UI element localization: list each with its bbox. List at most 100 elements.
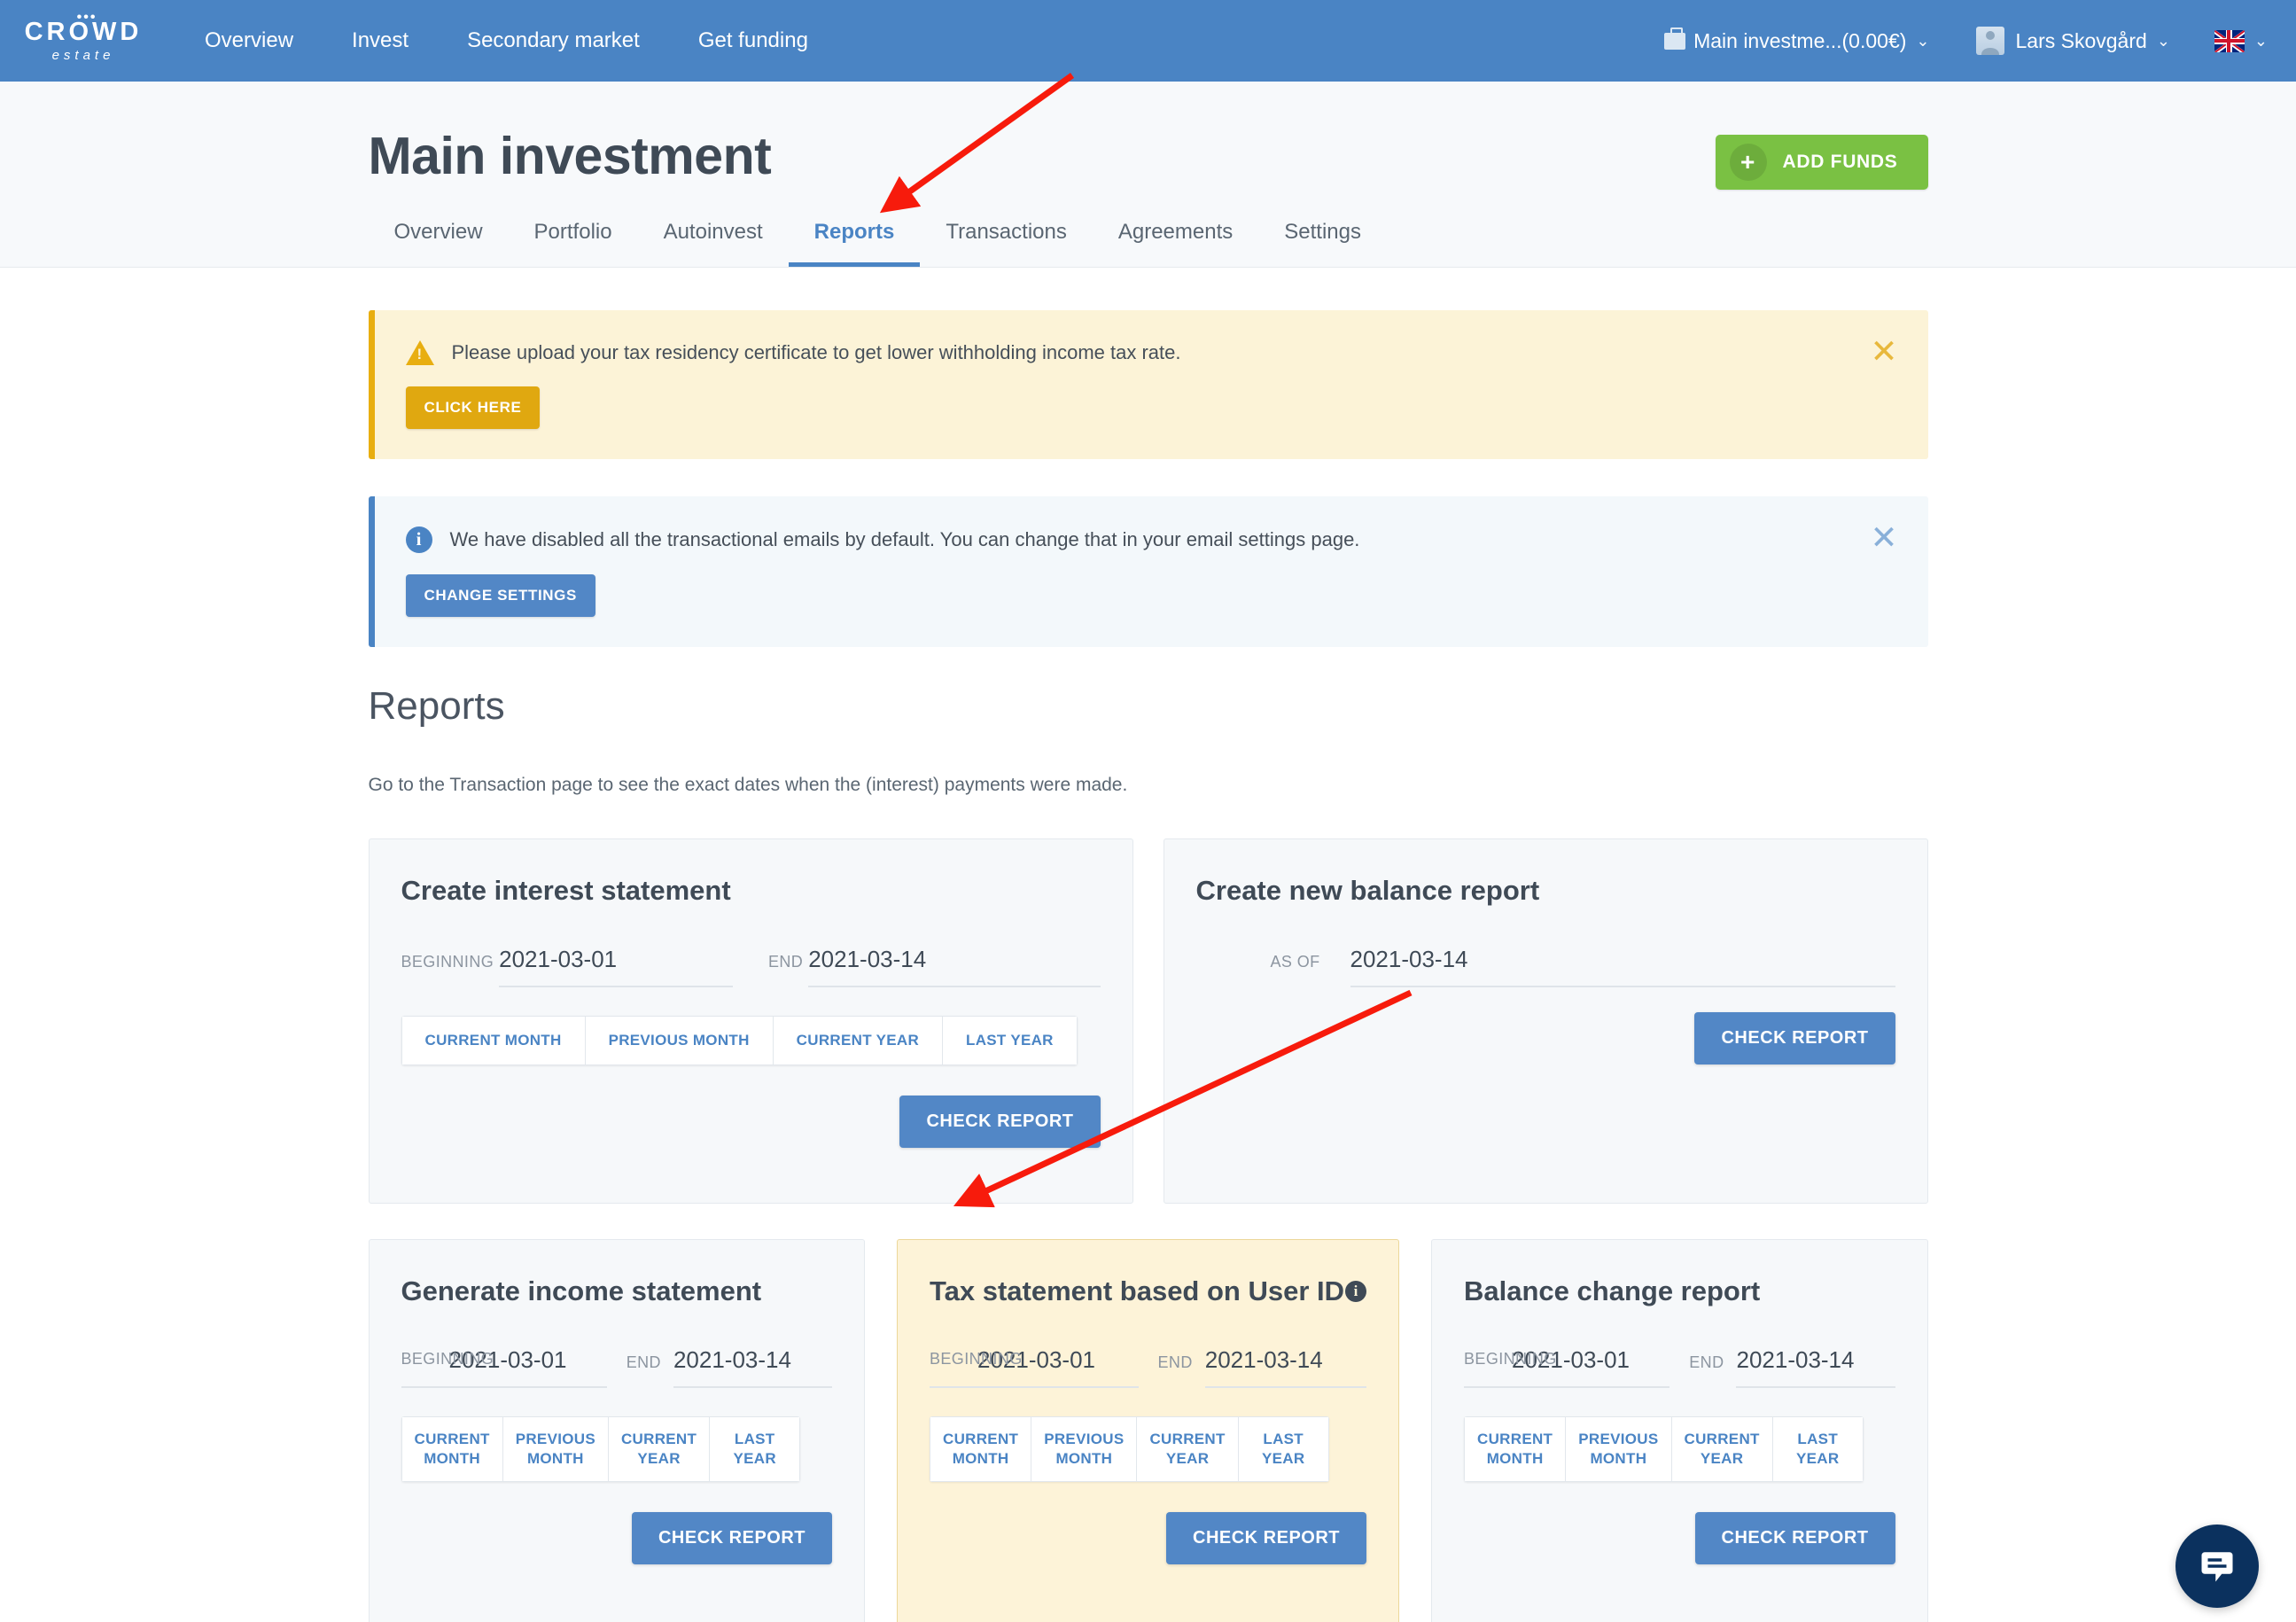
close-icon[interactable]: ✕ [1870,335,1897,368]
as-of-date-input[interactable] [1350,945,1895,987]
reports-subtext: Go to the Transaction page to see the ex… [368,774,1128,795]
preset-previous-month[interactable]: PREVIOUS MONTH [1565,1415,1671,1483]
user-menu[interactable]: Lars Skovgård ⌄ [1975,27,2170,55]
card-title: Create interest statement [401,874,731,906]
card-title-text: Tax statement based on User ID [930,1275,1345,1306]
end-date-group: END [768,945,1101,987]
change-settings-button[interactable]: CHANGE SETTINGS [405,573,595,617]
tab-reports[interactable]: Reports [788,220,921,267]
chat-widget-button[interactable] [2175,1525,2259,1608]
language-selector[interactable]: ⌄ [2214,29,2268,52]
logo-dots-icon: ••• [76,10,97,25]
preset-current-year[interactable]: CURRENT YEAR [607,1415,710,1483]
preset-current-year[interactable]: CURRENT YEAR [1670,1415,1772,1483]
card-generate-income-statement: Generate income statement BEGINNING END … [368,1238,865,1622]
account-label: Main investme...(0.00€) [1693,28,1907,52]
alert-accent-bar [368,309,375,459]
date-preset-group: CURRENT MONTH PREVIOUS MONTH CURRENT YEA… [401,1415,801,1483]
alert-message: We have disabled all the transactional e… [449,527,1360,550]
crowdestate-logo[interactable]: CROWD ••• estate [21,11,145,63]
end-date-group: END [626,1345,832,1388]
end-label: END [768,952,804,971]
transactional-emails-alert: i We have disabled all the transactional… [368,495,1928,647]
card-title: Tax statement based on User ID i [930,1275,1367,1307]
top-navigation-bar: CROWD ••• estate Overview Invest Seconda… [0,0,2296,82]
tab-transactions[interactable]: Transactions [920,220,1093,267]
preset-current-month[interactable]: CURRENT MONTH [401,1015,585,1066]
end-date-input[interactable] [1204,1345,1367,1388]
account-selector[interactable]: Main investme...(0.00€) ⌄ [1664,27,1930,53]
preset-current-month[interactable]: CURRENT MONTH [930,1415,1031,1483]
user-name-label: Lars Skovgård [2015,28,2147,52]
nav-link-overview[interactable]: Overview [175,28,323,53]
preset-last-year[interactable]: LAST YEAR [942,1015,1078,1066]
nav-link-secondary-market[interactable]: Secondary market [438,28,669,53]
date-range-row: BEGINNING END [401,1345,832,1388]
end-date-input[interactable] [1736,1345,1895,1388]
date-preset-group: CURRENT MONTH PREVIOUS MONTH CURRENT YEA… [930,1415,1329,1483]
reports-row-1: Create interest statement BEGINNING END … [368,838,1928,1204]
nav-right-cluster: Main investme...(0.00€) ⌄ Lars Skovgård … [1664,27,2268,55]
chevron-down-icon: ⌄ [2253,31,2268,50]
preset-current-month[interactable]: CURRENT MONTH [401,1415,502,1483]
page-title: Main investment [368,127,772,185]
click-here-button[interactable]: CLICK HERE [405,386,541,429]
date-range-row: BEGINNING END [1464,1345,1895,1388]
as-of-date-group: AS OF [1196,945,1895,987]
card-title: Generate income statement [401,1275,762,1306]
nav-link-get-funding[interactable]: Get funding [669,28,837,53]
preset-previous-month[interactable]: PREVIOUS MONTH [502,1415,608,1483]
check-report-button[interactable]: CHECK REPORT [1694,1512,1895,1565]
check-report-button[interactable]: CHECK REPORT [1694,1011,1895,1064]
logo-subtext: estate [51,48,115,63]
date-preset-group: CURRENT MONTH PREVIOUS MONTH CURRENT YEA… [401,1015,1078,1066]
tab-settings[interactable]: Settings [1258,220,1387,267]
tab-autoinvest[interactable]: Autoinvest [638,220,789,267]
check-report-button[interactable]: CHECK REPORT [631,1512,832,1565]
add-funds-button[interactable]: + ADD FUNDS [1715,135,1928,190]
end-date-group: END [1689,1345,1895,1388]
preset-previous-month[interactable]: PREVIOUS MONTH [584,1015,773,1066]
info-circle-icon[interactable]: i [1345,1280,1367,1302]
beginning-label: BEGINNING [1464,1349,1557,1368]
primary-nav-links: Overview Invest Secondary market Get fun… [175,28,837,53]
card-create-interest-statement: Create interest statement BEGINNING END … [368,838,1133,1204]
close-icon[interactable]: ✕ [1870,521,1897,554]
tab-portfolio[interactable]: Portfolio [509,220,638,267]
check-report-button[interactable]: CHECK REPORT [899,1096,1101,1149]
preset-last-year[interactable]: LAST YEAR [1237,1415,1329,1483]
preset-last-year[interactable]: LAST YEAR [709,1415,801,1483]
chevron-down-icon: ⌄ [2156,31,2170,50]
end-date-input[interactable] [673,1345,832,1388]
check-report-button[interactable]: CHECK REPORT [1166,1512,1367,1565]
card-create-new-balance-report: Create new balance report AS OF CHECK RE… [1163,838,1928,1204]
preset-current-month[interactable]: CURRENT MONTH [1464,1415,1566,1483]
tax-residency-alert: Please upload your tax residency certifi… [368,309,1928,459]
alert-message: Please upload your tax residency certifi… [451,340,1181,363]
preset-current-year[interactable]: CURRENT YEAR [772,1015,943,1066]
tab-overview[interactable]: Overview [369,220,509,267]
beginning-date-input[interactable] [499,945,733,987]
card-title: Balance change report [1464,1275,1761,1306]
page-header: Main investment + ADD FUNDS Overview Por… [0,82,2296,268]
as-of-label: AS OF [1270,952,1320,971]
preset-previous-month[interactable]: PREVIOUS MONTH [1031,1415,1137,1483]
end-date-group: END [1157,1345,1367,1388]
alert-accent-bar [368,495,375,647]
nav-link-invest[interactable]: Invest [323,28,438,53]
beginning-date-group: BEGINNING [401,945,733,987]
card-balance-change-report: Balance change report BEGINNING END CURR… [1431,1238,1928,1622]
tab-agreements[interactable]: Agreements [1093,220,1258,267]
beginning-date-group: BEGINNING [401,1345,607,1388]
end-label: END [1157,1353,1193,1371]
beginning-label: BEGINNING [401,1349,494,1368]
main-content: Please upload your tax residency certifi… [0,267,2296,1622]
end-date-input[interactable] [808,945,1101,987]
uk-flag-icon [2214,29,2245,52]
logo-wordmark: CROWD ••• [25,11,143,45]
end-label: END [626,1353,661,1371]
preset-last-year[interactable]: LAST YEAR [1771,1415,1864,1483]
briefcase-icon [1664,27,1686,50]
chat-bubble-icon [2201,1552,2233,1582]
preset-current-year[interactable]: CURRENT YEAR [1136,1415,1238,1483]
